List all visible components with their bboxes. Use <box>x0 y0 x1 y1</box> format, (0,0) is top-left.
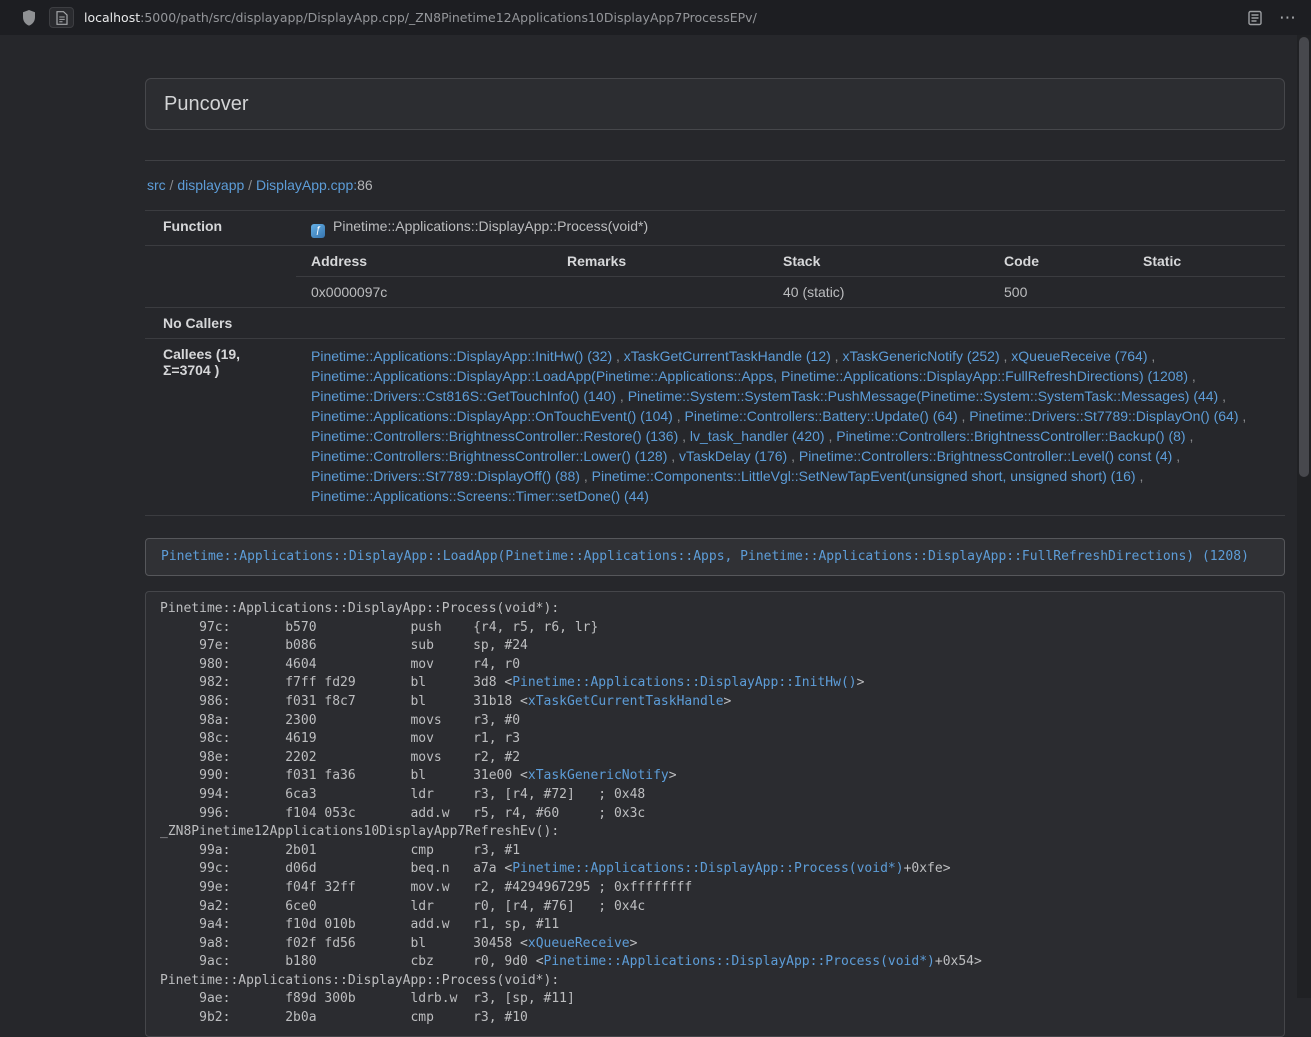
metric-header-remarks: Remarks <box>552 246 768 277</box>
metric-header-address: Address <box>296 246 552 277</box>
callee-separator: , <box>616 388 628 404</box>
callee-separator: , <box>667 448 679 464</box>
url-path: :5000/path/src/displayapp/DisplayApp.cpp… <box>140 10 757 25</box>
function-row-label: Function <box>145 211 296 246</box>
breadcrumb-link[interactable]: DisplayApp.cpp: <box>256 177 357 193</box>
callee-link[interactable]: Pinetime::Controllers::BrightnessControl… <box>799 448 1172 464</box>
breadcrumb-link[interactable]: src <box>147 177 166 193</box>
document-icon <box>56 11 68 25</box>
reader-mode-icon[interactable] <box>1247 10 1263 26</box>
code-symbol-link[interactable]: Pinetime::Applications::DisplayApp::Init… <box>512 675 856 690</box>
function-name: Pinetime::Applications::DisplayApp::Proc… <box>333 218 648 234</box>
toolbar-actions: ⋯ <box>1247 10 1297 26</box>
scrollbar-track[interactable] <box>1297 35 1311 998</box>
callee-separator: , <box>673 408 685 424</box>
callee-link[interactable]: Pinetime::Controllers::BrightnessControl… <box>311 448 667 464</box>
callee-separator: , <box>787 448 799 464</box>
highlighted-symbol-link[interactable]: Pinetime::Applications::DisplayApp::Load… <box>161 549 1249 564</box>
callees-row: Callees (19, Σ=3704 ) Pinetime::Applicat… <box>145 339 1285 516</box>
code-symbol-link[interactable]: Pinetime::Applications::DisplayApp::Proc… <box>544 954 935 969</box>
callee-link[interactable]: Pinetime::Drivers::St7789::DisplayOff() … <box>311 468 580 484</box>
callee-separator: , <box>1239 408 1247 424</box>
breadcrumb-separator: / <box>166 177 178 193</box>
callee-separator: , <box>958 408 970 424</box>
callee-separator: , <box>678 428 690 444</box>
callee-link[interactable]: Pinetime::Applications::Screens::Timer::… <box>311 488 649 504</box>
callers-row-label: No Callers <box>145 308 296 339</box>
metrics-header-row: AddressRemarksStackCodeStatic <box>296 246 1285 277</box>
callee-separator: , <box>1000 348 1012 364</box>
callee-link[interactable]: Pinetime::Controllers::Battery::Update()… <box>685 408 958 424</box>
metric-value-remarks <box>552 277 768 308</box>
metric-value-stack: 40 (static) <box>768 277 989 308</box>
metric-header-code: Code <box>989 246 1128 277</box>
callee-link[interactable]: Pinetime::Controllers::BrightnessControl… <box>311 428 678 444</box>
callee-separator: , <box>1186 428 1194 444</box>
more-menu-icon[interactable]: ⋯ <box>1279 13 1297 23</box>
callee-link[interactable]: Pinetime::Applications::DisplayApp::OnTo… <box>311 408 673 424</box>
metrics-table: AddressRemarksStackCodeStatic 0x0000097c… <box>296 246 1285 307</box>
browser-toolbar: localhost:5000/path/src/displayapp/Displ… <box>0 0 1311 35</box>
callee-link[interactable]: xTaskGetCurrentTaskHandle (12) <box>624 348 831 364</box>
function-symbol-icon: ƒ <box>311 224 325 238</box>
scrollbar-thumb[interactable] <box>1299 37 1309 477</box>
function-row: Function ƒ Pinetime::Applications::Displa… <box>145 211 1285 246</box>
callee-link[interactable]: Pinetime::System::SystemTask::PushMessag… <box>628 388 1219 404</box>
metrics-row-label <box>145 246 296 308</box>
page-container: Puncover src / displayapp / DisplayApp.c… <box>145 78 1285 1037</box>
metric-header-static: Static <box>1128 246 1285 277</box>
callers-row: No Callers <box>145 308 1285 339</box>
callee-link[interactable]: xTaskGenericNotify (252) <box>842 348 999 364</box>
callee-separator: , <box>1188 368 1196 384</box>
callee-link[interactable]: lv_task_handler (420) <box>690 428 825 444</box>
page-title: Puncover <box>164 92 1266 116</box>
metrics-value-row: 0x0000097c 40 (static)500 <box>296 277 1285 308</box>
code-symbol-link[interactable]: xTaskGenericNotify <box>528 768 669 783</box>
code-symbol-link[interactable]: Pinetime::Applications::DisplayApp::Proc… <box>512 861 903 876</box>
highlighted-symbol-box: Pinetime::Applications::DisplayApp::Load… <box>145 538 1285 576</box>
callee-link[interactable]: Pinetime::Controllers::BrightnessControl… <box>836 428 1185 444</box>
callee-link[interactable]: xQueueReceive (764) <box>1011 348 1147 364</box>
code-symbol-link[interactable]: xQueueReceive <box>528 936 630 951</box>
symbol-table: Function ƒPinetime::Applications::Displa… <box>145 210 1285 516</box>
divider <box>145 160 1285 161</box>
breadcrumb: src / displayapp / DisplayApp.cpp:86 <box>147 175 1285 195</box>
breadcrumb-line-number: 86 <box>357 177 373 193</box>
breadcrumb-link[interactable]: displayapp <box>177 177 244 193</box>
callee-link[interactable]: Pinetime::Drivers::St7789::DisplayOn() (… <box>969 408 1238 424</box>
metric-value-code: 500 <box>989 277 1128 308</box>
page-title-panel: Puncover <box>145 78 1285 130</box>
callee-separator: , <box>831 348 843 364</box>
callees-row-label: Callees (19, Σ=3704 ) <box>145 339 296 516</box>
breadcrumb-separator: / <box>244 177 256 193</box>
page-info-button[interactable] <box>49 7 74 28</box>
metric-header-stack: Stack <box>768 246 989 277</box>
callee-separator: , <box>612 348 624 364</box>
callee-separator: , <box>1218 388 1226 404</box>
metric-value-static <box>1128 277 1285 308</box>
callee-link[interactable]: Pinetime::Applications::DisplayApp::Init… <box>311 348 612 364</box>
code-symbol-link[interactable]: xTaskGetCurrentTaskHandle <box>528 694 724 709</box>
callee-separator: , <box>1147 348 1155 364</box>
callee-link[interactable]: Pinetime::Applications::DisplayApp::Load… <box>311 368 1188 384</box>
function-cell: ƒ Pinetime::Applications::DisplayApp::Pro… <box>296 211 1285 246</box>
callee-separator: , <box>1172 448 1180 464</box>
callee-link[interactable]: Pinetime::Drivers::Cst816S::GetTouchInfo… <box>311 388 616 404</box>
callee-link[interactable]: vTaskDelay (176) <box>679 448 787 464</box>
url-bar[interactable]: localhost:5000/path/src/displayapp/Displ… <box>84 10 1235 25</box>
callees-list: Pinetime::Applications::DisplayApp::Init… <box>296 339 1285 516</box>
metrics-row: AddressRemarksStackCodeStatic 0x0000097c… <box>145 246 1285 308</box>
callee-separator: , <box>580 468 592 484</box>
metric-value-address: 0x0000097c <box>296 277 552 308</box>
disassembly-code: Pinetime::Applications::DisplayApp::Proc… <box>145 591 1285 1037</box>
callers-cell <box>296 308 1285 339</box>
tracking-protection-shield-icon[interactable] <box>22 10 36 26</box>
callee-link[interactable]: Pinetime::Components::LittleVgl::SetNewT… <box>592 468 1136 484</box>
callee-separator: , <box>825 428 837 444</box>
callee-separator: , <box>1136 468 1144 484</box>
url-host: localhost <box>84 10 140 25</box>
